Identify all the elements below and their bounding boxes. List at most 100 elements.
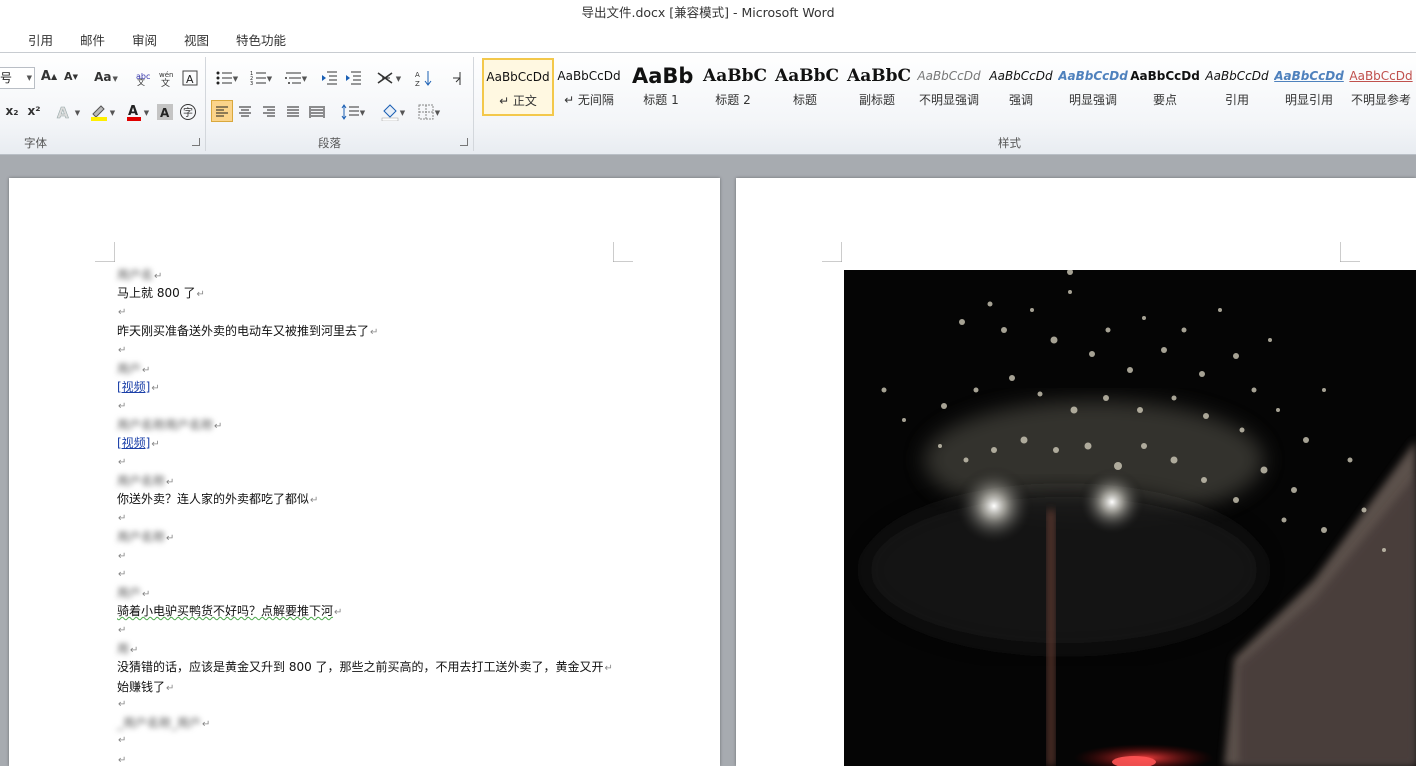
font-size-combo[interactable]: 号 ▼ xyxy=(0,67,35,89)
paragraph-mark-icon: ↵ xyxy=(142,365,151,376)
tab-mailings[interactable]: 邮件 xyxy=(80,30,105,49)
paint-bucket-icon xyxy=(381,103,399,121)
style-sample: AaBbCcDd xyxy=(1349,69,1413,83)
redacted-text: 用户名 xyxy=(117,268,154,282)
style-no-spacing[interactable]: AaBbCcDd ↵ 无间隔 xyxy=(554,59,624,115)
ribbon-tab-bar: 引用 邮件 审阅 视图 特色功能 xyxy=(0,26,1416,53)
subscript-button[interactable]: x₂ xyxy=(2,101,22,121)
video-link-text[interactable]: [视频] xyxy=(117,380,150,394)
paragraph-mark-icon xyxy=(453,71,461,85)
char-shading-icon: A xyxy=(157,103,173,120)
char-shading-button[interactable]: A xyxy=(156,101,174,121)
style-intense-emphasis[interactable]: AaBbCcDd 明显强调 xyxy=(1058,59,1128,115)
crop-mark-top-right xyxy=(613,242,633,262)
char-border-button[interactable]: A xyxy=(181,67,199,87)
paragraph-mark-icon: ↵ xyxy=(604,663,613,674)
paragraph-mark-icon: ↵ xyxy=(118,457,127,468)
empty-paragraph: ↵ xyxy=(117,696,126,710)
shrink-font-button[interactable]: A▼ xyxy=(62,67,80,87)
style-subtle-reference[interactable]: AaBbCcDd 不明显参考 xyxy=(1346,59,1416,115)
style-heading-1[interactable]: AaBb 标题 1 xyxy=(626,59,696,115)
paragraph-dialog-launcher-icon[interactable] xyxy=(460,138,468,146)
font-group-label: 字体 xyxy=(24,136,47,150)
style-sample: AaBbCcDd xyxy=(557,69,621,83)
redacted-text: 用户 xyxy=(117,362,142,376)
video-link-text[interactable]: [视频] xyxy=(117,436,150,450)
enclose-chars-button[interactable]: wén 文 xyxy=(158,67,176,89)
document-page-1[interactable]: 用户名↵ 马上就 800 了↵ ↵ 昨天刚买准备送外卖的电动车又被推到河里去了↵ ↵ 用户… xyxy=(9,178,720,766)
change-case-button[interactable]: Aa▼ xyxy=(92,67,120,87)
enclose-char-button[interactable]: 字 xyxy=(178,101,198,121)
document-page-2[interactable] xyxy=(736,178,1416,766)
distributed-button[interactable] xyxy=(307,101,327,121)
tab-references[interactable]: 引用 xyxy=(28,30,53,49)
doc-paragraph: 始赚钱了↵ xyxy=(117,678,174,695)
grow-font-button[interactable]: A▲ xyxy=(40,67,58,87)
borders-button[interactable]: ▼ xyxy=(414,101,444,121)
line-spacing-button[interactable]: ▼ xyxy=(338,101,368,121)
style-intense-quote[interactable]: AaBbCcDd 明显引用 xyxy=(1274,59,1344,115)
style-title[interactable]: AaBbC 标题 xyxy=(770,59,840,115)
paragraph-mark-icon: ↵ xyxy=(118,569,127,580)
paragraph-mark-icon: ↵ xyxy=(166,477,175,488)
tab-review[interactable]: 审阅 xyxy=(132,30,157,49)
tab-view[interactable]: 视图 xyxy=(184,30,209,49)
style-quote[interactable]: AaBbCcDd 引用 xyxy=(1202,59,1272,115)
paragraph-text: 骑着小电驴买鸭货不好吗？点解要推下河 xyxy=(117,604,334,618)
redacted-text: 用 xyxy=(117,642,130,656)
align-center-button[interactable] xyxy=(235,101,255,121)
phonetic-guide-button[interactable]: abc 文 xyxy=(134,67,152,87)
align-right-button[interactable] xyxy=(259,101,279,121)
embedded-photo[interactable] xyxy=(844,270,1416,766)
style-emphasis[interactable]: AaBbCcDd 强调 xyxy=(986,59,1056,115)
style-subtitle[interactable]: AaBbC 副标题 xyxy=(842,59,912,115)
show-marks-button[interactable] xyxy=(448,67,466,87)
style-name: 不明显强调 xyxy=(918,93,979,107)
bullets-button[interactable]: ▼ xyxy=(213,67,241,87)
font-color-button[interactable]: A ▼ xyxy=(122,101,152,121)
styles-gallery: AaBbCcDd ↵ 正文 AaBbCcDd ↵ 无间隔 AaBb 标题 1 A… xyxy=(478,57,1416,119)
style-subtle-emphasis[interactable]: AaBbCcDd 不明显强调 xyxy=(914,59,984,115)
ribbon: 号 ▼ A▲ A▼ Aa▼ abc 文 wén 文 A x₂ x² A ▼ ▼ A ▼ … xyxy=(0,53,1416,155)
video-link: [视频]↵ xyxy=(117,378,160,395)
svg-text:文: 文 xyxy=(161,77,170,87)
paragraph-mark-icon: ↵ xyxy=(142,589,151,600)
align-right-icon xyxy=(263,106,275,116)
multilevel-list-button[interactable]: ▼ xyxy=(281,67,311,87)
chinese-layout-button[interactable]: ▼ xyxy=(374,67,404,87)
style-heading-2[interactable]: AaBbC 标题 2 xyxy=(698,59,768,115)
font-dialog-launcher-icon[interactable] xyxy=(192,138,200,146)
redacted-username: _用户名称_用户↵ xyxy=(117,714,210,731)
style-normal[interactable]: AaBbCcDd ↵ 正文 xyxy=(482,58,554,116)
increase-indent-button[interactable] xyxy=(344,67,362,87)
crop-mark-top-right xyxy=(1340,242,1360,262)
superscript-button[interactable]: x² xyxy=(24,101,44,121)
paragraph-mark-icon: ↵ xyxy=(118,345,127,356)
paragraph-mark-icon: ↵ xyxy=(118,699,127,710)
window-title: 导出文件.docx [兼容模式] - Microsoft Word xyxy=(581,5,835,20)
style-sample: AaBb xyxy=(632,64,694,88)
style-strong[interactable]: AaBbCcDd 要点 xyxy=(1130,59,1200,115)
svg-text:3: 3 xyxy=(250,81,253,86)
align-left-button[interactable] xyxy=(211,100,233,122)
shading-button[interactable]: ▼ xyxy=(378,101,408,121)
paragraph-mark-icon: ↵ xyxy=(151,383,160,394)
decrease-indent-button[interactable] xyxy=(320,67,338,87)
highlight-button[interactable]: ▼ xyxy=(86,101,118,121)
numbering-button[interactable]: 1 2 3 ▼ xyxy=(246,67,276,87)
justify-button[interactable] xyxy=(283,101,303,121)
paragraph-mark-icon: ↵ xyxy=(202,719,211,730)
style-sample: AaBbC xyxy=(775,66,839,86)
style-name: 要点 xyxy=(1152,93,1177,107)
phonetic-guide-icon: abc文 xyxy=(136,72,150,87)
borders-icon xyxy=(418,104,434,119)
sort-button[interactable]: AZ xyxy=(414,67,434,88)
paragraph-mark-icon: ↵ xyxy=(151,439,160,450)
align-left-icon xyxy=(216,106,228,116)
paragraph-mark-icon: ↵ xyxy=(118,513,127,524)
tab-special-features[interactable]: 特色功能 xyxy=(236,30,286,49)
text-effects-button[interactable]: A ▼ xyxy=(52,101,82,122)
chinese-layout-icon xyxy=(377,71,393,84)
doc-paragraph: 没猜错的话，应该是黄金又升到 800 了，那些之前买高的，不用去打工送外卖了，黄… xyxy=(117,658,613,675)
paragraph-text: 马上就 800 了 xyxy=(117,286,196,300)
